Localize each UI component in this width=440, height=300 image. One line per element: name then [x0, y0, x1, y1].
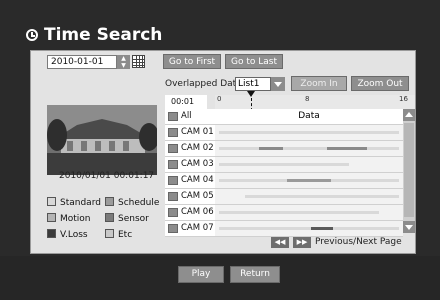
timeline-data-area[interactable]: Data	[215, 109, 403, 237]
checkbox[interactable]	[168, 176, 178, 185]
camera-row-cam07[interactable]: CAM 07	[165, 221, 215, 237]
legend-standard: Standard	[47, 197, 101, 208]
overlapped-data-label: Overlapped Data	[165, 79, 242, 89]
record-bar	[219, 211, 379, 214]
tick-label: 8	[305, 95, 310, 103]
date-spinner[interactable]: ▲ ▼	[117, 55, 130, 69]
checkbox[interactable]	[168, 144, 178, 153]
time-search-window: Time Search 2010-01-01 ▲ ▼ Go to First Go…	[0, 0, 440, 300]
legend-schedule: Schedule	[105, 197, 159, 208]
data-row-cam07[interactable]	[215, 221, 403, 237]
record-bar	[287, 179, 331, 182]
zoom-out-button[interactable]: Zoom Out	[351, 76, 409, 91]
camera-row-all[interactable]: All	[165, 109, 215, 125]
swatch-icon	[105, 229, 114, 238]
current-time-display[interactable]: 00:01 ⇕	[165, 95, 207, 120]
record-bar	[259, 147, 283, 150]
pager-label: Previous/Next Page	[315, 237, 402, 247]
date-field[interactable]: 2010-01-01	[47, 55, 117, 69]
tick-label: 16	[399, 95, 408, 103]
legend-etc: Etc	[105, 229, 132, 240]
calendar-icon[interactable]	[132, 55, 145, 68]
data-row-cam02[interactable]	[215, 141, 403, 157]
checkbox[interactable]	[168, 192, 178, 201]
swatch-icon	[105, 197, 114, 206]
zoom-in-button[interactable]: Zoom In	[291, 76, 347, 91]
chevron-down-icon[interactable]	[271, 77, 285, 91]
checkbox[interactable]	[168, 112, 178, 121]
legend-motion: Motion	[47, 213, 91, 224]
timeline-cursor-icon[interactable]	[247, 91, 255, 97]
checkbox[interactable]	[168, 208, 178, 217]
legend-vloss: V.Loss	[47, 229, 88, 240]
data-row-cam06[interactable]	[215, 205, 403, 221]
overlapped-data-select[interactable]: List1	[235, 77, 271, 91]
timeline-scrollbar[interactable]	[403, 109, 415, 233]
data-row-cam01[interactable]	[215, 125, 403, 141]
camera-list: All CAM 01 CAM 02 CAM 03 CAM 04 CAM 05 C…	[165, 109, 215, 237]
return-button[interactable]: Return	[230, 266, 280, 283]
data-row-cam05[interactable]	[215, 189, 403, 205]
data-row-cam04[interactable]	[215, 173, 403, 189]
tick-label: 0	[217, 95, 222, 103]
camera-row-cam05[interactable]: CAM 05	[165, 189, 215, 205]
data-row-cam03[interactable]	[215, 157, 403, 173]
swatch-icon	[105, 213, 114, 222]
legend-sensor: Sensor	[105, 213, 149, 224]
go-first-button[interactable]: Go to First	[163, 54, 221, 69]
bottom-bar: Play Return	[0, 256, 440, 300]
play-button[interactable]: Play	[178, 266, 224, 283]
checkbox[interactable]	[168, 224, 178, 233]
camera-row-cam02[interactable]: CAM 02	[165, 141, 215, 157]
camera-row-cam06[interactable]: CAM 06	[165, 205, 215, 221]
swatch-icon	[47, 229, 56, 238]
preview-timestamp: 2010/01/01 00:01:17	[59, 171, 155, 181]
camera-row-cam01[interactable]: CAM 01	[165, 125, 215, 141]
preview-thumbnail	[47, 105, 157, 175]
checkbox[interactable]	[168, 128, 178, 137]
record-bar	[245, 195, 399, 198]
camera-row-cam03[interactable]: CAM 03	[165, 157, 215, 173]
scroll-up-icon[interactable]	[403, 109, 415, 121]
fast-forward-icon[interactable]: ▶▶	[293, 237, 311, 248]
swatch-icon	[47, 213, 56, 222]
window-title: Time Search	[26, 24, 416, 48]
go-last-button[interactable]: Go to Last	[225, 54, 283, 69]
record-bar	[327, 147, 367, 150]
scroll-down-icon[interactable]	[403, 221, 415, 233]
record-bar	[219, 147, 399, 150]
scroll-thumb[interactable]	[404, 123, 414, 217]
window-title-text: Time Search	[44, 25, 163, 45]
timeline-ruler[interactable]: 0 8 16	[215, 95, 415, 109]
building-image	[47, 105, 157, 175]
record-bar	[219, 227, 399, 230]
clock-icon	[26, 29, 38, 41]
checkbox[interactable]	[168, 160, 178, 169]
record-bar	[311, 227, 333, 230]
record-bar	[219, 131, 399, 134]
swatch-icon	[47, 197, 56, 206]
main-panel: 2010-01-01 ▲ ▼ Go to First Go to Last Ove…	[30, 50, 416, 254]
record-bar	[219, 163, 349, 166]
camera-row-cam04[interactable]: CAM 04	[165, 173, 215, 189]
data-header: Data	[215, 109, 403, 125]
rewind-icon[interactable]: ◀◀	[271, 237, 289, 248]
